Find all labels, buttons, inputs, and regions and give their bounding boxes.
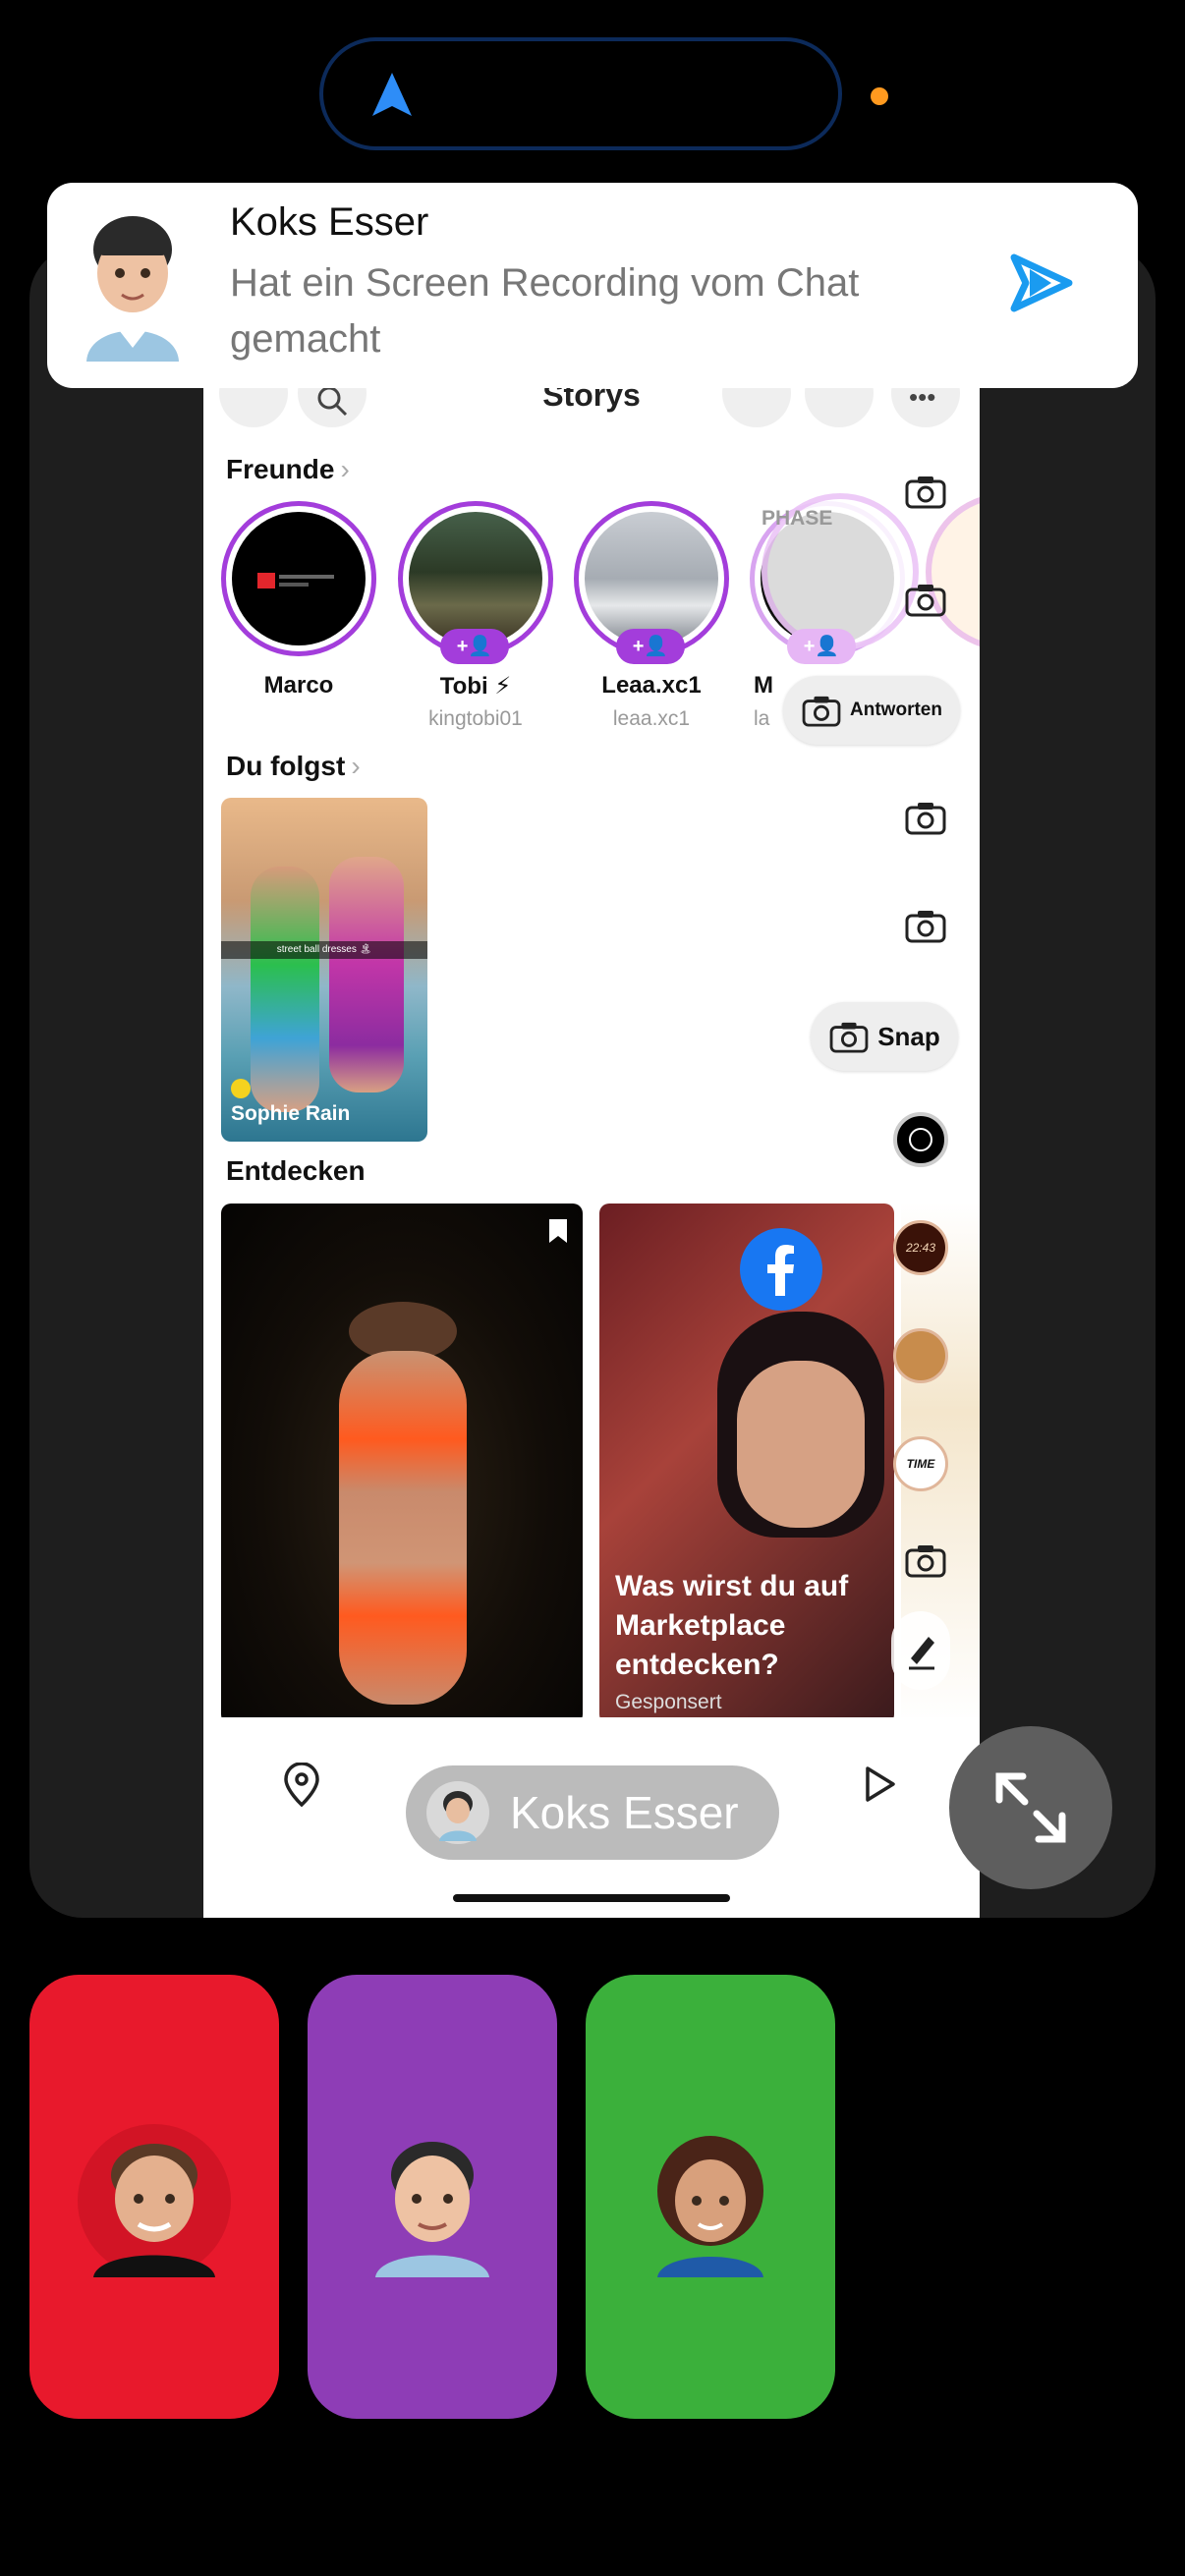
camera-icon[interactable] [904, 908, 947, 943]
bitmoji-avatar [86, 216, 179, 362]
clock-sticker[interactable]: 22:43 [893, 1220, 948, 1275]
story-name: Sophie Rain [231, 1102, 351, 1125]
call-participant-pill[interactable]: Koks Esser [406, 1765, 779, 1860]
ad-title: Was wirst du auf Marketplace entdecken? [615, 1570, 849, 1681]
camera-icon [802, 696, 841, 727]
camera-icon[interactable] [904, 474, 947, 509]
face-sticker-icon[interactable] [893, 1328, 948, 1383]
friend-username: la [754, 707, 770, 730]
ad-figure-face [737, 1361, 865, 1528]
map-pin-sticker-icon[interactable] [893, 1112, 948, 1167]
camera-icon [829, 1022, 869, 1053]
friend-name: Marco [263, 672, 334, 699]
story-figure [251, 867, 319, 1112]
ad-sponsored-label: Gesponsert [615, 1691, 722, 1713]
camera-icon[interactable] [904, 582, 947, 617]
participant-tile[interactable] [308, 1975, 557, 2419]
time-sticker[interactable]: TIME [893, 1436, 948, 1491]
story-thumbnail-logo [257, 573, 275, 588]
notification-banner[interactable]: Koks Esser Hat ein Screen Recording vom … [47, 183, 1138, 388]
map-nav-icon[interactable] [282, 1763, 321, 1808]
navigation-arrow-icon [372, 73, 412, 116]
following-story-tile[interactable]: street ball dresses 🏝 Sophie Rain [221, 798, 427, 1142]
notification-message: Hat ein Screen Recording vom Chat gemach… [230, 261, 860, 361]
add-friend-badge: +👤 [787, 629, 856, 664]
call-pill-name: Koks Esser [510, 1787, 739, 1838]
discover-section-title[interactable]: Entdecken [226, 1155, 366, 1187]
participant-bitmoji [78, 2124, 231, 2277]
participant-avatar [426, 1781, 489, 1844]
shared-screen: Storys ••• Freunde › Marco +👤 Tobi ⚡ king… [203, 383, 980, 1918]
friend-name: M [754, 672, 773, 699]
more-button[interactable]: ••• [891, 383, 960, 427]
friend-story-ring[interactable] [221, 501, 376, 656]
add-friend-badge[interactable]: +👤 [616, 629, 685, 664]
add-friend-badge[interactable]: +👤 [440, 629, 509, 664]
bookmark-icon[interactable] [547, 1217, 569, 1245]
spotlight-play-icon[interactable] [860, 1764, 899, 1804]
participant-tile[interactable] [586, 1975, 835, 2419]
screen-recording-icon [1010, 253, 1073, 312]
expand-screen-button[interactable] [949, 1726, 1112, 1889]
story-caption: street ball dresses 🏝 [221, 941, 427, 959]
ghost-story-ring [926, 493, 980, 650]
friend-username: leaa.xc1 [612, 707, 691, 730]
following-section-title[interactable]: Du folgst › [226, 751, 361, 782]
discover-tile-ad[interactable]: Was wirst du auf Marketplace entdecken? … [599, 1204, 894, 1724]
edit-sticker-icon[interactable] [891, 1611, 950, 1690]
story-figure [329, 857, 404, 1092]
friend-name: Leaa.xc1 [601, 672, 702, 699]
friend-username: kingtobi01 [428, 707, 523, 730]
snap-button[interactable]: Snap [811, 1002, 958, 1071]
notifications-button[interactable] [722, 383, 791, 427]
reply-button[interactable]: Antworten [783, 676, 960, 745]
privacy-indicator-dot [871, 87, 888, 105]
home-indicator [453, 1894, 730, 1902]
add-friend-button[interactable] [805, 383, 874, 427]
friends-section-title[interactable]: Freunde › [226, 454, 350, 485]
expand-icon [995, 1772, 1066, 1843]
camera-icon[interactable] [904, 1542, 947, 1578]
more-icon: ••• [909, 383, 936, 412]
camera-icon[interactable] [904, 800, 947, 835]
friend-name: Tobi ⚡ [439, 673, 512, 700]
phase-label: PHASE [762, 507, 833, 530]
discover-figure [339, 1351, 467, 1705]
notification-sender: Koks Esser [230, 200, 429, 244]
dynamic-island[interactable] [319, 37, 842, 150]
discover-tile[interactable] [221, 1204, 583, 1724]
participant-tile[interactable] [29, 1975, 279, 2419]
star-badge-icon [231, 1079, 251, 1098]
facebook-logo-icon [740, 1228, 822, 1311]
participant-bitmoji [375, 2142, 489, 2277]
participant-bitmoji [657, 2136, 763, 2277]
